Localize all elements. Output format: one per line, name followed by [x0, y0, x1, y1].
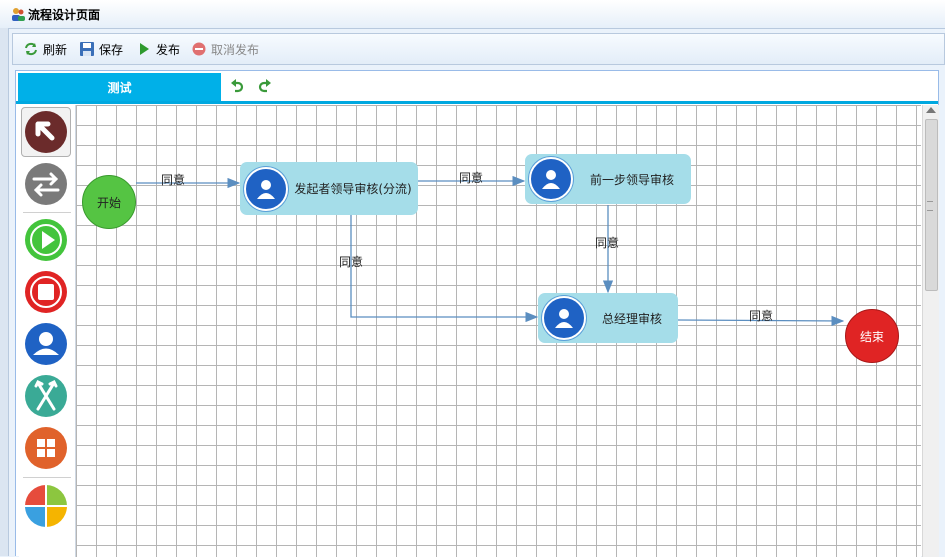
edge-n1-n3[interactable]	[350, 215, 539, 323]
palette-start-tool[interactable]	[21, 215, 71, 265]
task-node[interactable]: 前一步领导审核	[525, 154, 691, 204]
user-icon	[25, 323, 67, 365]
scrollbar-grip	[927, 201, 933, 211]
save-label: 保存	[99, 42, 124, 57]
edge-label: 同意	[339, 255, 364, 269]
palette-task-tool[interactable]	[21, 319, 71, 369]
flow-canvas[interactable]: 同意 同意 同意 同意 同意 开始 发起者领导审核(分流) 前一步领导审核 总经…	[76, 105, 921, 557]
user-icon	[529, 157, 573, 201]
save-button[interactable]: 保存	[79, 40, 123, 58]
user-icon	[542, 296, 586, 340]
tab-test[interactable]: 测试	[18, 73, 221, 101]
grid-icon	[25, 427, 67, 469]
unpublish-button[interactable]: 取消发布	[191, 40, 259, 58]
publish-label: 发布	[156, 42, 181, 57]
tool-palette	[19, 105, 76, 557]
refresh-button[interactable]: 刷新	[23, 40, 67, 58]
unpublish-label: 取消发布	[211, 42, 260, 57]
window-titlebar: 流程设计页面	[0, 0, 945, 29]
edge-label: 同意	[749, 309, 774, 323]
edge-label: 同意	[161, 173, 186, 187]
publish-button[interactable]: 发布	[136, 40, 180, 58]
left-edge-strip	[0, 28, 9, 556]
palette-divider	[23, 477, 71, 478]
vertical-scrollbar[interactable]	[922, 105, 939, 557]
undo-icon[interactable]	[230, 77, 246, 93]
palette-pie-tool[interactable]	[21, 481, 71, 531]
play-icon	[25, 219, 67, 261]
user-icon	[244, 166, 288, 211]
palette-divider	[23, 212, 71, 213]
palette-branch-tool[interactable]	[21, 371, 71, 421]
play-icon	[140, 43, 149, 55]
swap-arrows-icon	[25, 163, 67, 205]
window-title: 流程设计页面	[28, 8, 101, 22]
palette-end-tool[interactable]	[21, 267, 71, 317]
save-icon	[80, 42, 94, 56]
end-node[interactable]: 结束	[845, 309, 899, 363]
task-node-label: 前一步领导审核	[589, 172, 674, 187]
pie-icon	[25, 485, 67, 527]
arrow-up-left-icon	[25, 111, 67, 153]
task-node[interactable]: 总经理审核	[538, 293, 678, 343]
edge-label: 同意	[459, 171, 484, 185]
refresh-label: 刷新	[43, 42, 68, 57]
main-toolbar: 刷新 保存 发布 取消发布	[12, 33, 945, 65]
minus-circle-icon	[192, 42, 206, 56]
edges-layer	[136, 175, 845, 327]
edge-label: 同意	[595, 236, 620, 250]
redo-icon[interactable]	[256, 77, 272, 93]
end-node-label: 结束	[859, 329, 884, 344]
designer-panel: 测试 同意 同意 同意 同意 同意 开始 发起者领导审核(分流) 前一步领导审核…	[15, 70, 939, 557]
user-group-icon	[12, 8, 25, 21]
task-node-label: 发起者领导审核(分流)	[294, 182, 412, 196]
scroll-up-icon[interactable]	[926, 107, 936, 113]
palette-subprocess-tool[interactable]	[21, 423, 71, 473]
stop-icon	[25, 271, 67, 313]
tab-bar: 测试	[16, 71, 938, 104]
palette-connector-tool[interactable]	[21, 159, 71, 209]
refresh-icon	[25, 42, 37, 56]
split-arrows-icon	[25, 375, 67, 417]
start-node-label: 开始	[96, 195, 121, 210]
task-node-label: 总经理审核	[601, 311, 662, 326]
palette-select-tool[interactable]	[21, 107, 71, 157]
task-node[interactable]: 发起者领导审核(分流)	[240, 162, 418, 215]
start-node[interactable]: 开始	[82, 175, 136, 229]
